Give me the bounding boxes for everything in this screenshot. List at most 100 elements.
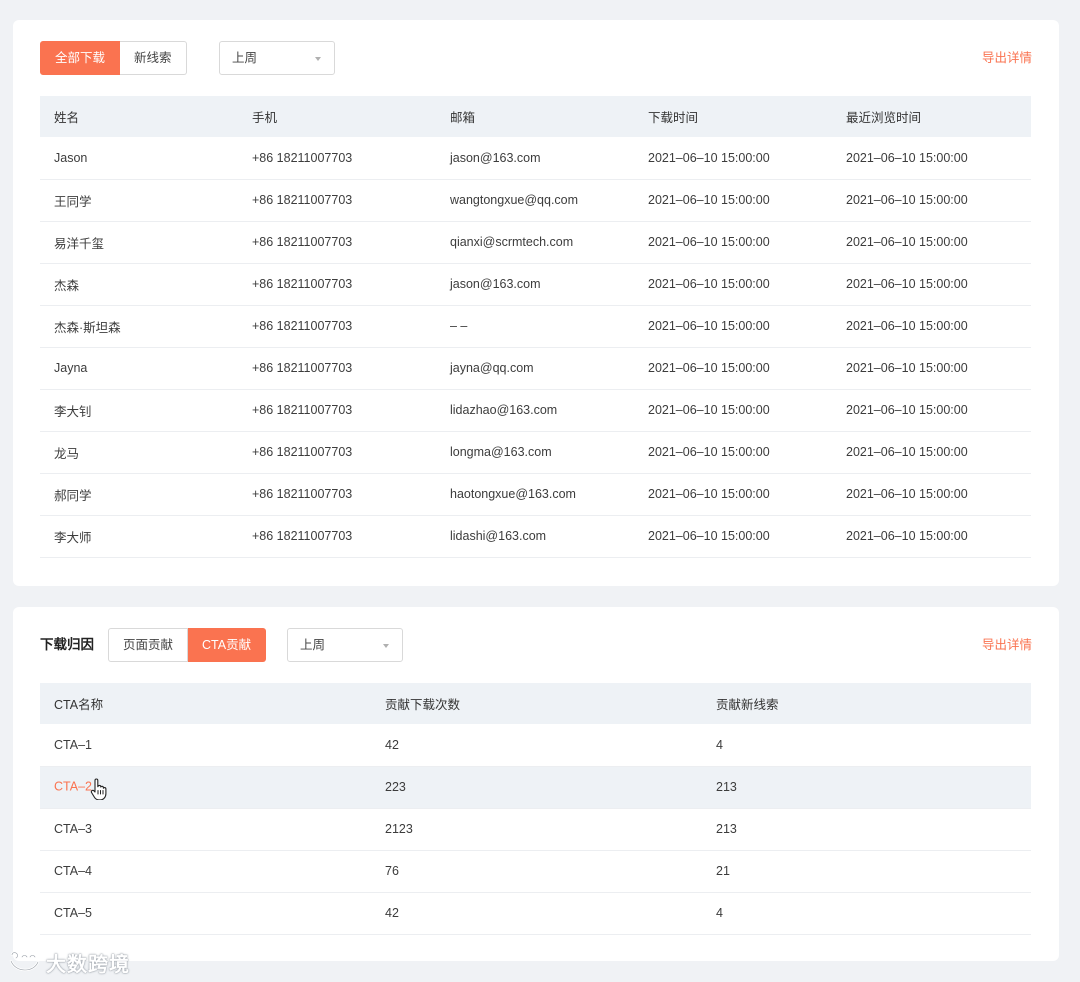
- column-header-phone[interactable]: 手机: [238, 96, 436, 137]
- column-header-last-visit-time[interactable]: 最近浏览时间: [832, 96, 1031, 137]
- cell-download-time: 2021–06–10 15:00:00: [634, 137, 832, 180]
- chevron-down-icon: [383, 644, 389, 648]
- cell-phone: +86 18211007703: [238, 473, 436, 516]
- cell-last-visit-time: 2021–06–10 15:00:00: [832, 431, 1031, 474]
- cell-email: – –: [436, 305, 634, 348]
- column-header-new-leads[interactable]: 贡献新线索: [702, 683, 1031, 724]
- export-details-link[interactable]: 导出详情: [982, 41, 1032, 75]
- cell-new-leads: 21: [702, 850, 1031, 893]
- table-row[interactable]: 杰森·斯坦森 +86 18211007703– –2021–06–10 15:00…: [40, 305, 1031, 348]
- cell-download-count: 223: [371, 766, 702, 809]
- cell-phone: +86 18211007703: [238, 431, 436, 474]
- cell-cta-name[interactable]: CTA–3: [40, 808, 371, 851]
- column-header-name[interactable]: 姓名: [40, 96, 238, 137]
- cell-download-time: 2021–06–10 15:00:00: [634, 431, 832, 474]
- cell-phone: +86 18211007703: [238, 305, 436, 348]
- table-row[interactable]: CTA–5 42 4: [40, 892, 1031, 935]
- table-row[interactable]: CTA–1 42 4: [40, 724, 1031, 767]
- hand-pointer-icon: [90, 778, 107, 800]
- cell-name: 龙马: [40, 431, 238, 474]
- cell-cta-name[interactable]: CTA–4: [40, 850, 371, 893]
- table-row[interactable]: CTA–3 2123 213: [40, 808, 1031, 851]
- tab-all-downloads[interactable]: 全部下载: [40, 41, 121, 75]
- table-row[interactable]: CTA–4 76 21: [40, 850, 1031, 893]
- table-row[interactable]: Jayna +86 18211007703 jayna@qq.com 2021–06–…: [40, 347, 1031, 390]
- column-header-cta-name[interactable]: CTA名称: [40, 683, 371, 724]
- attribution-filter-tabs: 页面贡献 CTA贡献: [108, 628, 267, 662]
- period-select[interactable]: 上周: [219, 41, 335, 75]
- cell-phone: +86 18211007703: [238, 263, 436, 306]
- cta-name-text[interactable]: CTA–2: [54, 779, 92, 793]
- attribution-card: 下载归因 页面贡献 CTA贡献 上周 导出详情 CTA名称 贡献下载次数 贡献新…: [13, 607, 1059, 961]
- cell-download-time: 2021–06–10 15:00:00: [634, 305, 832, 348]
- cell-cta-name-link[interactable]: CTA–2: [40, 766, 371, 809]
- cell-phone: +86 18211007703: [238, 137, 436, 180]
- section-title: 下载归因: [40, 637, 94, 652]
- cell-download-time: 2021–06–10 15:00:00: [634, 515, 832, 558]
- cell-email: haotongxue@163.com: [436, 473, 634, 516]
- table-header-row: 姓名 手机 邮箱 下载时间 最近浏览时间: [40, 96, 1031, 137]
- cell-name: 李大师: [40, 515, 238, 558]
- table-row[interactable]: 易洋千玺 +86 18211007703 qianxi@scrmtech.com 20…: [40, 221, 1031, 264]
- watermark: 大数跨境: [8, 946, 130, 978]
- column-header-download-time[interactable]: 下载时间: [634, 96, 832, 137]
- cell-last-visit-time: 2021–06–10 15:00:00: [832, 263, 1031, 306]
- cell-last-visit-time: 2021–06–10 15:00:00: [832, 137, 1031, 180]
- cell-email: jayna@qq.com: [436, 347, 634, 390]
- table-header-row: CTA名称 贡献下载次数 贡献新线索: [40, 683, 1031, 724]
- table-row[interactable]: 李大师 +86 18211007703 lidashi@163.com 2021–06…: [40, 515, 1031, 558]
- cell-new-leads: 4: [702, 892, 1031, 935]
- cell-phone: +86 18211007703: [238, 389, 436, 432]
- export-details-link[interactable]: 导出详情: [982, 628, 1032, 662]
- cell-email: wangtongxue@qq.com: [436, 179, 634, 222]
- table-row[interactable]: 李大钊 +86 18211007703 lidazhao@163.com 2021–0…: [40, 389, 1031, 432]
- column-header-download-count[interactable]: 贡献下载次数: [371, 683, 702, 724]
- cell-download-count: 2123: [371, 808, 702, 851]
- cell-phone: +86 18211007703: [238, 515, 436, 558]
- period-select-value: 上周: [232, 51, 258, 65]
- cell-download-time: 2021–06–10 15:00:00: [634, 221, 832, 264]
- cell-name: 杰森: [40, 263, 238, 306]
- cell-new-leads: 213: [702, 766, 1031, 809]
- table-row[interactable]: Jason +86 18211007703 jason@163.com 2021–06…: [40, 137, 1031, 180]
- table-row[interactable]: 杰森 +86 18211007703 jason@163.com 2021–06–10…: [40, 263, 1031, 306]
- cell-download-time: 2021–06–10 15:00:00: [634, 347, 832, 390]
- tab-page-contribution[interactable]: 页面贡献: [108, 628, 189, 662]
- cell-last-visit-time: 2021–06–10 15:00:00: [832, 305, 1031, 348]
- cell-name: 易洋千玺: [40, 221, 238, 264]
- cell-cta-name[interactable]: CTA–5: [40, 892, 371, 935]
- cell-new-leads: 213: [702, 808, 1031, 851]
- cell-name: 杰森·斯坦森: [40, 305, 238, 348]
- cta-table: CTA名称 贡献下载次数 贡献新线索 CTA–1 42 4 CTA–2 223 21…: [40, 683, 1031, 935]
- cell-download-time: 2021–06–10 15:00:00: [634, 179, 832, 222]
- cell-name: Jason: [40, 137, 238, 180]
- tab-cta-contribution[interactable]: CTA贡献: [188, 628, 267, 662]
- cell-new-leads: 4: [702, 724, 1031, 767]
- download-filter-tabs: 全部下载 新线索: [40, 41, 187, 75]
- table-row[interactable]: 郝同学 +86 18211007703 haotongxue@163.com 2021…: [40, 473, 1031, 516]
- table-row[interactable]: CTA–2 223 213: [40, 766, 1031, 809]
- table-row[interactable]: 王同学 +86 18211007703 wangtongxue@qq.com 2021…: [40, 179, 1031, 222]
- attribution-toolbar: 下载归因 页面贡献 CTA贡献 上周 导出详情: [40, 628, 1032, 662]
- table-row[interactable]: 龙马 +86 18211007703 longma@163.com 2021–06–1…: [40, 431, 1031, 474]
- column-header-email[interactable]: 邮箱: [436, 96, 634, 137]
- cell-name: 李大钊: [40, 389, 238, 432]
- cell-phone: +86 18211007703: [238, 347, 436, 390]
- period-select[interactable]: 上周: [287, 628, 403, 662]
- cell-name: 郝同学: [40, 473, 238, 516]
- cell-download-count: 42: [371, 724, 702, 767]
- downloads-card: 全部下载 新线索 上周 导出详情 姓名 手机 邮箱 下载时间 最近浏览时间 Ja…: [13, 20, 1059, 586]
- cell-download-time: 2021–06–10 15:00:00: [634, 389, 832, 432]
- cell-phone: +86 18211007703: [238, 221, 436, 264]
- cell-email: longma@163.com: [436, 431, 634, 474]
- downloads-table: 姓名 手机 邮箱 下载时间 最近浏览时间 Jason +86 1821100770…: [40, 96, 1031, 558]
- watermark-text: 大数跨境: [46, 953, 130, 976]
- cell-email: lidashi@163.com: [436, 515, 634, 558]
- cell-last-visit-time: 2021–06–10 15:00:00: [832, 389, 1031, 432]
- cell-last-visit-time: 2021–06–10 15:00:00: [832, 473, 1031, 516]
- tab-new-leads[interactable]: 新线索: [120, 41, 187, 75]
- cell-email: jason@163.com: [436, 263, 634, 306]
- cell-last-visit-time: 2021–06–10 15:00:00: [832, 515, 1031, 558]
- cell-last-visit-time: 2021–06–10 15:00:00: [832, 347, 1031, 390]
- cell-cta-name[interactable]: CTA–1: [40, 724, 371, 767]
